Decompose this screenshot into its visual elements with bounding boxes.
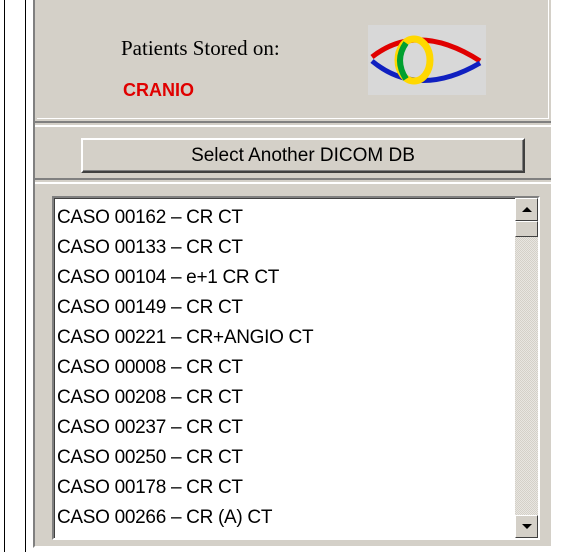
scroll-thumb[interactable] (515, 221, 538, 237)
dicom-db-panel: Patients Stored on: CRANIO Select Anothe… (33, 0, 553, 548)
patient-listbox[interactable]: CASO 00162 – CR CT CASO 00133 – CR CT CA… (52, 196, 540, 540)
button-bar: Select Another DICOM DB (35, 125, 551, 180)
list-item[interactable]: CASO 00221 – CR+ANGIO CT (57, 324, 314, 354)
list-item[interactable]: CASO 00237 – CR CT (57, 414, 313, 444)
scroll-up-arrow-icon (522, 207, 532, 212)
db-header: Patients Stored on: CRANIO (35, 0, 551, 123)
scroll-down-arrow-icon (522, 524, 532, 529)
db-name-label: CRANIO (123, 80, 194, 100)
frame-left-line (4, 0, 5, 552)
list-item[interactable]: CASO 00178 – CR CT (57, 474, 313, 504)
frame-right-line (25, 0, 26, 552)
list-item[interactable]: CASO 00008 – CR CT (57, 354, 313, 384)
list-item[interactable]: CASO 00104 – e+1 CR CT (57, 264, 313, 294)
list-item[interactable]: CASO 00162 – CR CT (57, 204, 313, 234)
list-item[interactable]: CASO 00149 – CR CT (57, 294, 313, 324)
eye-logo-icon (368, 25, 486, 95)
select-another-db-button[interactable]: Select Another DICOM DB (81, 138, 525, 173)
list-item[interactable]: CASO 00208 – CR CT (57, 384, 313, 414)
list-item[interactable]: CASO 00266 – CR (A) CT (57, 504, 313, 534)
list-item[interactable]: CASO 00250 – CR CT (57, 444, 313, 474)
patient-list-area: CASO 00162 – CR CT CASO 00133 – CR CT CA… (35, 182, 551, 546)
stored-on-label: Patients Stored on: (121, 36, 280, 60)
patient-list: CASO 00162 – CR CT CASO 00133 – CR CT CA… (57, 204, 314, 534)
vertical-scrollbar[interactable] (515, 198, 538, 538)
scroll-down-button[interactable] (515, 515, 538, 538)
scroll-up-button[interactable] (515, 198, 538, 221)
list-item[interactable]: CASO 00133 – CR CT (57, 234, 313, 264)
